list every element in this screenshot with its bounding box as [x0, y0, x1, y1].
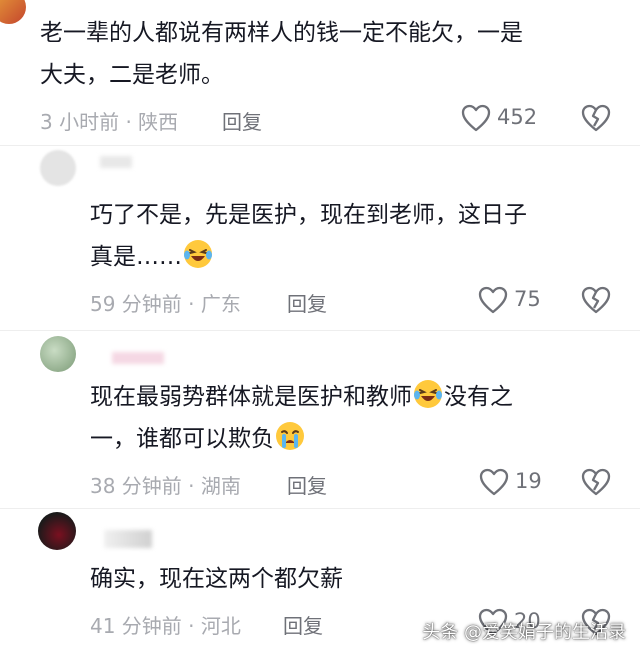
heart-outline-icon — [461, 104, 491, 132]
comment-line: 老一辈的人都说有两样人的钱一定不能欠，一是 — [40, 20, 523, 46]
comment-text: 现在最弱势群体就是医护和教师 没有之 一，谁都可以欺负 — [90, 376, 513, 460]
comment-line: 巧了不是，先是医护，现在到老师，这日子 — [90, 202, 527, 228]
comment-line: 没有之 — [444, 384, 513, 410]
divider — [0, 145, 640, 146]
divider — [0, 330, 640, 331]
comment-line: 确实，现在这两个都欠薪 — [90, 566, 343, 592]
heart-outline-icon — [478, 286, 508, 314]
crying-emoji — [276, 422, 304, 450]
like-count: 19 — [515, 469, 542, 493]
reply-button[interactable]: 回复 — [287, 470, 327, 499]
avatar[interactable] — [38, 512, 76, 550]
avatar[interactable] — [40, 336, 76, 372]
reply-button[interactable]: 回复 — [287, 288, 327, 317]
comment-text: 巧了不是，先是医护，现在到老师，这日子 真是…… — [90, 194, 527, 278]
comment-meta: 59 分钟前 · 广东 — [90, 292, 241, 316]
laughing-crying-emoji — [414, 380, 442, 408]
reply-button[interactable]: 回复 — [222, 106, 262, 135]
comment-text: 确实，现在这两个都欠薪 — [90, 558, 343, 600]
like-button[interactable]: 75 — [478, 284, 548, 316]
divider — [0, 508, 640, 509]
avatar[interactable] — [0, 0, 26, 24]
heart-outline-icon — [479, 468, 509, 496]
like-button[interactable]: 19 — [479, 466, 549, 498]
comment-text: 老一辈的人都说有两样人的钱一定不能欠，一是 大夫，二是老师。 — [40, 12, 523, 96]
reply-button[interactable]: 回复 — [283, 610, 323, 639]
comment-meta: 3 小时前 · 陕西 — [40, 110, 179, 134]
broken-heart-icon[interactable] — [581, 104, 611, 132]
broken-heart-icon[interactable] — [581, 286, 611, 314]
avatar[interactable] — [40, 150, 76, 186]
like-count: 452 — [497, 105, 538, 129]
watermark: 头条 @爱笑娟子的生活录 — [422, 622, 626, 643]
like-button[interactable]: 452 — [461, 102, 541, 134]
laughing-crying-emoji — [184, 240, 212, 268]
comment-meta: 38 分钟前 · 湖南 — [90, 474, 241, 498]
comment-line: 现在最弱势群体就是医护和教师 — [90, 384, 412, 410]
comment-meta: 41 分钟前 · 河北 — [90, 614, 241, 638]
username-blurred — [100, 156, 132, 168]
like-count: 75 — [514, 287, 541, 311]
username-blurred — [112, 352, 164, 364]
username-blurred — [104, 530, 152, 548]
comment-line: 真是…… — [90, 244, 182, 270]
comment-line: 大夫，二是老师。 — [40, 62, 224, 88]
comment-line: 一，谁都可以欺负 — [90, 426, 274, 452]
broken-heart-icon[interactable] — [581, 468, 611, 496]
